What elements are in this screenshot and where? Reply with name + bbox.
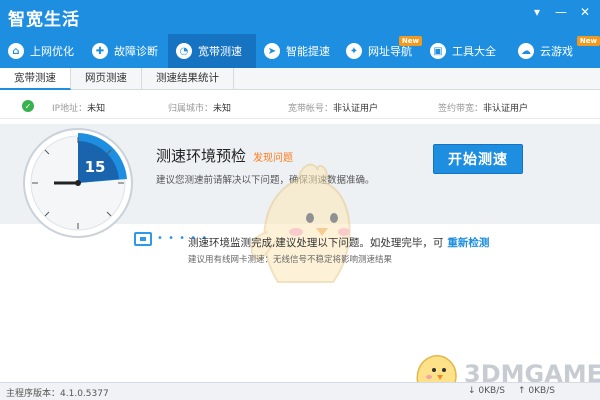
status-ok-icon: ✓ — [22, 100, 34, 112]
compass-icon: ✦ — [346, 43, 362, 59]
chick-mascot-icon — [250, 163, 351, 283]
cloud-icon: ☁ — [518, 43, 534, 59]
account-value: 非认证用户 — [333, 104, 379, 114]
tab-broadband-test[interactable]: 宽带测速 — [0, 68, 71, 90]
nav-label: 故障诊断 — [114, 45, 158, 58]
nav-label: 工具大全 — [452, 45, 496, 58]
status-bar: 主程序版本：4.1.0.5377 ↓ 0KB/S ↑ 0KB/S — [0, 382, 600, 400]
nav-item-diagnose[interactable]: ✚ 故障诊断 — [84, 34, 168, 68]
upload-speed: ↑ 0KB/S — [518, 386, 555, 396]
home-icon: ⌂ — [8, 43, 24, 59]
rocket-icon: ➤ — [264, 43, 280, 59]
wired-hint: 建议用有线网卡测速：无线信号不稳定将影响测速结果 — [188, 255, 393, 265]
nav-label: 宽带测速 — [198, 45, 242, 58]
bandwidth-value: 非认证用户 — [483, 104, 529, 114]
monitor-icon — [134, 232, 152, 246]
speedometer-icon: ◔ — [176, 43, 192, 59]
ip-info: IP地址：未知 — [52, 101, 105, 114]
ip-label: IP地址： — [52, 104, 88, 114]
briefcase-icon: ▣ — [430, 43, 446, 59]
window-controls: ▾ — ✕ — [526, 4, 596, 20]
menu-dropdown-icon[interactable]: ▾ — [526, 4, 548, 20]
precheck-title: 测速环境预检 — [156, 147, 247, 165]
ip-value: 未知 — [87, 104, 106, 114]
nav-item-speedtest[interactable]: ◔ 宽带测速 — [168, 34, 256, 68]
account-label: 宽带帐号： — [288, 104, 334, 114]
nav-item-optimize[interactable]: ⌂ 上网优化 — [0, 34, 84, 68]
new-badge: New — [576, 36, 600, 46]
nav-label: 上网优化 — [30, 45, 74, 58]
tab-result-stats[interactable]: 测速结果统计 — [142, 68, 234, 90]
app-title: 智宽生活 — [8, 10, 80, 30]
result-text: 测速环境监测完成,建议处理以下问题。如处理完毕，可 — [188, 237, 444, 249]
bandwidth-info: 签约带宽：非认证用户 — [438, 101, 528, 114]
timer-value: 15 — [85, 158, 106, 176]
sub-tabs: 宽带测速 网页测速 测速结果统计 — [0, 68, 600, 90]
bandwidth-label: 签约带宽： — [438, 104, 484, 114]
nav-item-boost[interactable]: ➤ 智能提速 — [256, 34, 338, 68]
version-info: 主程序版本：4.1.0.5377 — [6, 386, 109, 399]
nav-label: 智能提速 — [286, 45, 330, 58]
version-value: 4.1.0.5377 — [60, 389, 109, 399]
city-value: 未知 — [213, 104, 232, 114]
new-badge: New — [398, 36, 422, 46]
result-message: 测速环境监测完成,建议处理以下问题。如处理完毕，可 重新检测 — [188, 235, 489, 250]
city-label: 归属城市： — [168, 104, 214, 114]
version-label: 主程序版本： — [6, 389, 61, 399]
nav-item-tools[interactable]: ▣ 工具大全 — [422, 34, 510, 68]
minimize-icon[interactable]: — — [550, 4, 572, 20]
download-speed: ↓ 0KB/S — [468, 386, 505, 396]
recheck-link[interactable]: 重新检测 — [447, 237, 489, 249]
connection-info: ✓ IP地址：未知 归属城市：未知 宽带帐号：非认证用户 签约带宽：非认证用户 — [0, 93, 600, 119]
start-test-button[interactable]: 开始测速 — [433, 144, 523, 174]
nav-item-navigation[interactable]: ✦ 网址导航 New — [338, 34, 422, 68]
nav-item-cloud-game[interactable]: ☁ 云游戏 New — [510, 34, 600, 68]
shield-icon: ✚ — [92, 43, 108, 59]
timer-clock-icon: 15 — [23, 128, 133, 238]
tab-web-test[interactable]: 网页测速 — [71, 68, 142, 90]
nav-label: 云游戏 — [540, 45, 573, 58]
account-info: 宽带帐号：非认证用户 — [288, 101, 378, 114]
main-nav: ⌂ 上网优化 ✚ 故障诊断 ◔ 宽带测速 ➤ 智能提速 ✦ 网址导航 New ▣… — [0, 34, 600, 68]
close-icon[interactable]: ✕ — [574, 4, 596, 20]
title-bar: 智宽生活 ▾ — ✕ — [0, 0, 600, 34]
city-info: 归属城市：未知 — [168, 101, 231, 114]
